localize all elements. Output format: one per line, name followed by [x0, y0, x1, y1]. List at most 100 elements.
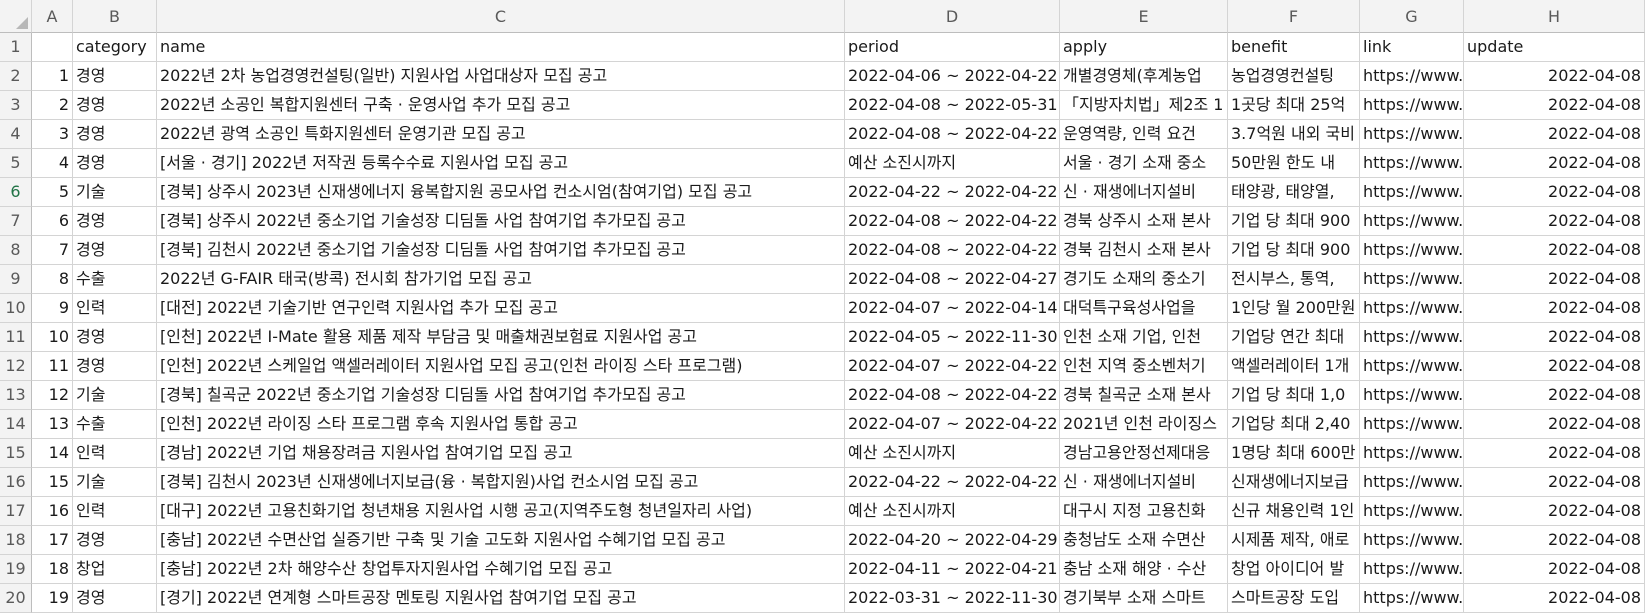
cell-category[interactable]: 인력: [73, 294, 157, 323]
cell-category[interactable]: 경영: [73, 323, 157, 352]
cell-no[interactable]: 11: [32, 352, 73, 381]
cell-no[interactable]: 3: [32, 120, 73, 149]
cell-benefit[interactable]: 1명당 최대 600만: [1228, 439, 1360, 468]
cell-no[interactable]: 6: [32, 207, 73, 236]
column-header-b[interactable]: B: [73, 0, 157, 33]
cell-no[interactable]: [32, 33, 73, 62]
cell-period[interactable]: 2022-04-22 ~ 2022-04-22: [845, 178, 1060, 207]
cell-update[interactable]: 2022-04-08: [1464, 497, 1645, 526]
cell-name[interactable]: [경기] 2022년 연계형 스마트공장 멘토링 지원사업 참여기업 모집 공고: [157, 584, 845, 613]
cell-category[interactable]: 기술: [73, 381, 157, 410]
cell-category[interactable]: 경영: [73, 91, 157, 120]
cell-category[interactable]: 창업: [73, 555, 157, 584]
cell-no[interactable]: 5: [32, 178, 73, 207]
cell-name[interactable]: [경북] 김천시 2023년 신재생에너지보급(융 · 복합지원)사업 컨소시엄…: [157, 468, 845, 497]
cell-benefit[interactable]: 기업당 최대 2,40: [1228, 410, 1360, 439]
cell-period[interactable]: 2022-04-08 ~ 2022-04-22: [845, 236, 1060, 265]
cell-benefit[interactable]: 태양광, 태양열,: [1228, 178, 1360, 207]
cell-category[interactable]: 인력: [73, 497, 157, 526]
cell-no[interactable]: 13: [32, 410, 73, 439]
cell-benefit[interactable]: 시제품 제작, 애로: [1228, 526, 1360, 555]
cell-link[interactable]: https://www.: [1360, 120, 1464, 149]
cell-period[interactable]: 예산 소진시까지: [845, 439, 1060, 468]
cell-no[interactable]: 14: [32, 439, 73, 468]
cell-benefit[interactable]: 신재생에너지보급: [1228, 468, 1360, 497]
cell-period[interactable]: 2022-04-08 ~ 2022-04-22: [845, 381, 1060, 410]
cell-period[interactable]: 예산 소진시까지: [845, 497, 1060, 526]
column-header-a[interactable]: A: [32, 0, 73, 33]
cell-update[interactable]: 2022-04-08: [1464, 381, 1645, 410]
cell-category[interactable]: 기술: [73, 468, 157, 497]
cell-no[interactable]: 16: [32, 497, 73, 526]
cell-category[interactable]: 수출: [73, 410, 157, 439]
cell-period[interactable]: 2022-04-08 ~ 2022-04-22: [845, 120, 1060, 149]
cell-link[interactable]: https://www.: [1360, 294, 1464, 323]
cell-no[interactable]: 2: [32, 91, 73, 120]
row-number-header[interactable]: 2: [0, 62, 32, 91]
cell-link[interactable]: https://www.: [1360, 62, 1464, 91]
cell-link[interactable]: https://www.: [1360, 91, 1464, 120]
cell-category[interactable]: 기술: [73, 178, 157, 207]
cell-name[interactable]: [인천] 2022년 라이징 스타 프로그램 후속 지원사업 통합 공고: [157, 410, 845, 439]
cell-benefit[interactable]: 1곳당 최대 25억: [1228, 91, 1360, 120]
cell-apply[interactable]: 운영역량, 인력 요건: [1060, 120, 1228, 149]
cell-benefit[interactable]: benefit: [1228, 33, 1360, 62]
cell-benefit[interactable]: 3.7억원 내외 국비: [1228, 120, 1360, 149]
cell-update[interactable]: 2022-04-08: [1464, 294, 1645, 323]
cell-benefit[interactable]: 신규 채용인력 1인: [1228, 497, 1360, 526]
cell-category[interactable]: 경영: [73, 207, 157, 236]
cell-update[interactable]: 2022-04-08: [1464, 410, 1645, 439]
cell-link[interactable]: https://www.: [1360, 381, 1464, 410]
cell-no[interactable]: 9: [32, 294, 73, 323]
cell-update[interactable]: 2022-04-08: [1464, 526, 1645, 555]
cell-period[interactable]: 예산 소진시까지: [845, 149, 1060, 178]
cell-apply[interactable]: 신 · 재생에너지설비: [1060, 468, 1228, 497]
cell-period[interactable]: 2022-04-08 ~ 2022-04-27: [845, 265, 1060, 294]
column-header-h[interactable]: H: [1464, 0, 1645, 33]
cell-apply[interactable]: 경북 칠곡군 소재 본사: [1060, 381, 1228, 410]
cell-update[interactable]: 2022-04-08: [1464, 178, 1645, 207]
cell-apply[interactable]: 경기북부 소재 스마트: [1060, 584, 1228, 613]
cell-update[interactable]: 2022-04-08: [1464, 149, 1645, 178]
cell-apply[interactable]: apply: [1060, 33, 1228, 62]
row-number-header[interactable]: 19: [0, 555, 32, 584]
cell-apply[interactable]: 경남고용안정선제대응: [1060, 439, 1228, 468]
cell-update[interactable]: 2022-04-08: [1464, 62, 1645, 91]
column-header-d[interactable]: D: [845, 0, 1060, 33]
cell-link[interactable]: https://www.: [1360, 323, 1464, 352]
cell-period[interactable]: 2022-04-07 ~ 2022-04-22: [845, 352, 1060, 381]
row-number-header[interactable]: 5: [0, 149, 32, 178]
cell-update[interactable]: 2022-04-08: [1464, 265, 1645, 294]
cell-update[interactable]: 2022-04-08: [1464, 584, 1645, 613]
row-number-header[interactable]: 15: [0, 439, 32, 468]
cell-name[interactable]: [경북] 상주시 2022년 중소기업 기술성장 디딤돌 사업 참여기업 추가모…: [157, 207, 845, 236]
cell-link[interactable]: https://www.: [1360, 497, 1464, 526]
row-number-header[interactable]: 13: [0, 381, 32, 410]
cell-period[interactable]: 2022-04-11 ~ 2022-04-21: [845, 555, 1060, 584]
cell-period[interactable]: 2022-04-07 ~ 2022-04-22: [845, 410, 1060, 439]
cell-update[interactable]: 2022-04-08: [1464, 323, 1645, 352]
cell-category[interactable]: 수출: [73, 265, 157, 294]
row-number-header[interactable]: 6: [0, 178, 32, 207]
cell-link[interactable]: https://www.: [1360, 265, 1464, 294]
cell-name[interactable]: 2022년 광역 소공인 특화지원센터 운영기관 모집 공고: [157, 120, 845, 149]
cell-no[interactable]: 8: [32, 265, 73, 294]
cell-link[interactable]: https://www.: [1360, 149, 1464, 178]
cell-link[interactable]: https://www.: [1360, 555, 1464, 584]
row-number-header[interactable]: 1: [0, 33, 32, 62]
cell-benefit[interactable]: 50만원 한도 내: [1228, 149, 1360, 178]
cell-period[interactable]: 2022-04-07 ~ 2022-04-14: [845, 294, 1060, 323]
cell-no[interactable]: 1: [32, 62, 73, 91]
cell-name[interactable]: [대전] 2022년 기술기반 연구인력 지원사업 추가 모집 공고: [157, 294, 845, 323]
cell-name[interactable]: 2022년 2차 농업경영컨설팅(일반) 지원사업 사업대상자 모집 공고: [157, 62, 845, 91]
cell-category[interactable]: 경영: [73, 120, 157, 149]
cell-no[interactable]: 4: [32, 149, 73, 178]
cell-category[interactable]: 경영: [73, 62, 157, 91]
cell-benefit[interactable]: 스마트공장 도입: [1228, 584, 1360, 613]
cell-benefit[interactable]: 농업경영컨설팅: [1228, 62, 1360, 91]
cell-period[interactable]: 2022-04-22 ~ 2022-04-22: [845, 468, 1060, 497]
cell-update[interactable]: 2022-04-08: [1464, 120, 1645, 149]
cell-benefit[interactable]: 창업 아이디어 발: [1228, 555, 1360, 584]
cell-benefit[interactable]: 기업 당 최대 1,0: [1228, 381, 1360, 410]
cell-name[interactable]: [경북] 칠곡군 2022년 중소기업 기술성장 디딤돌 사업 참여기업 추가모…: [157, 381, 845, 410]
